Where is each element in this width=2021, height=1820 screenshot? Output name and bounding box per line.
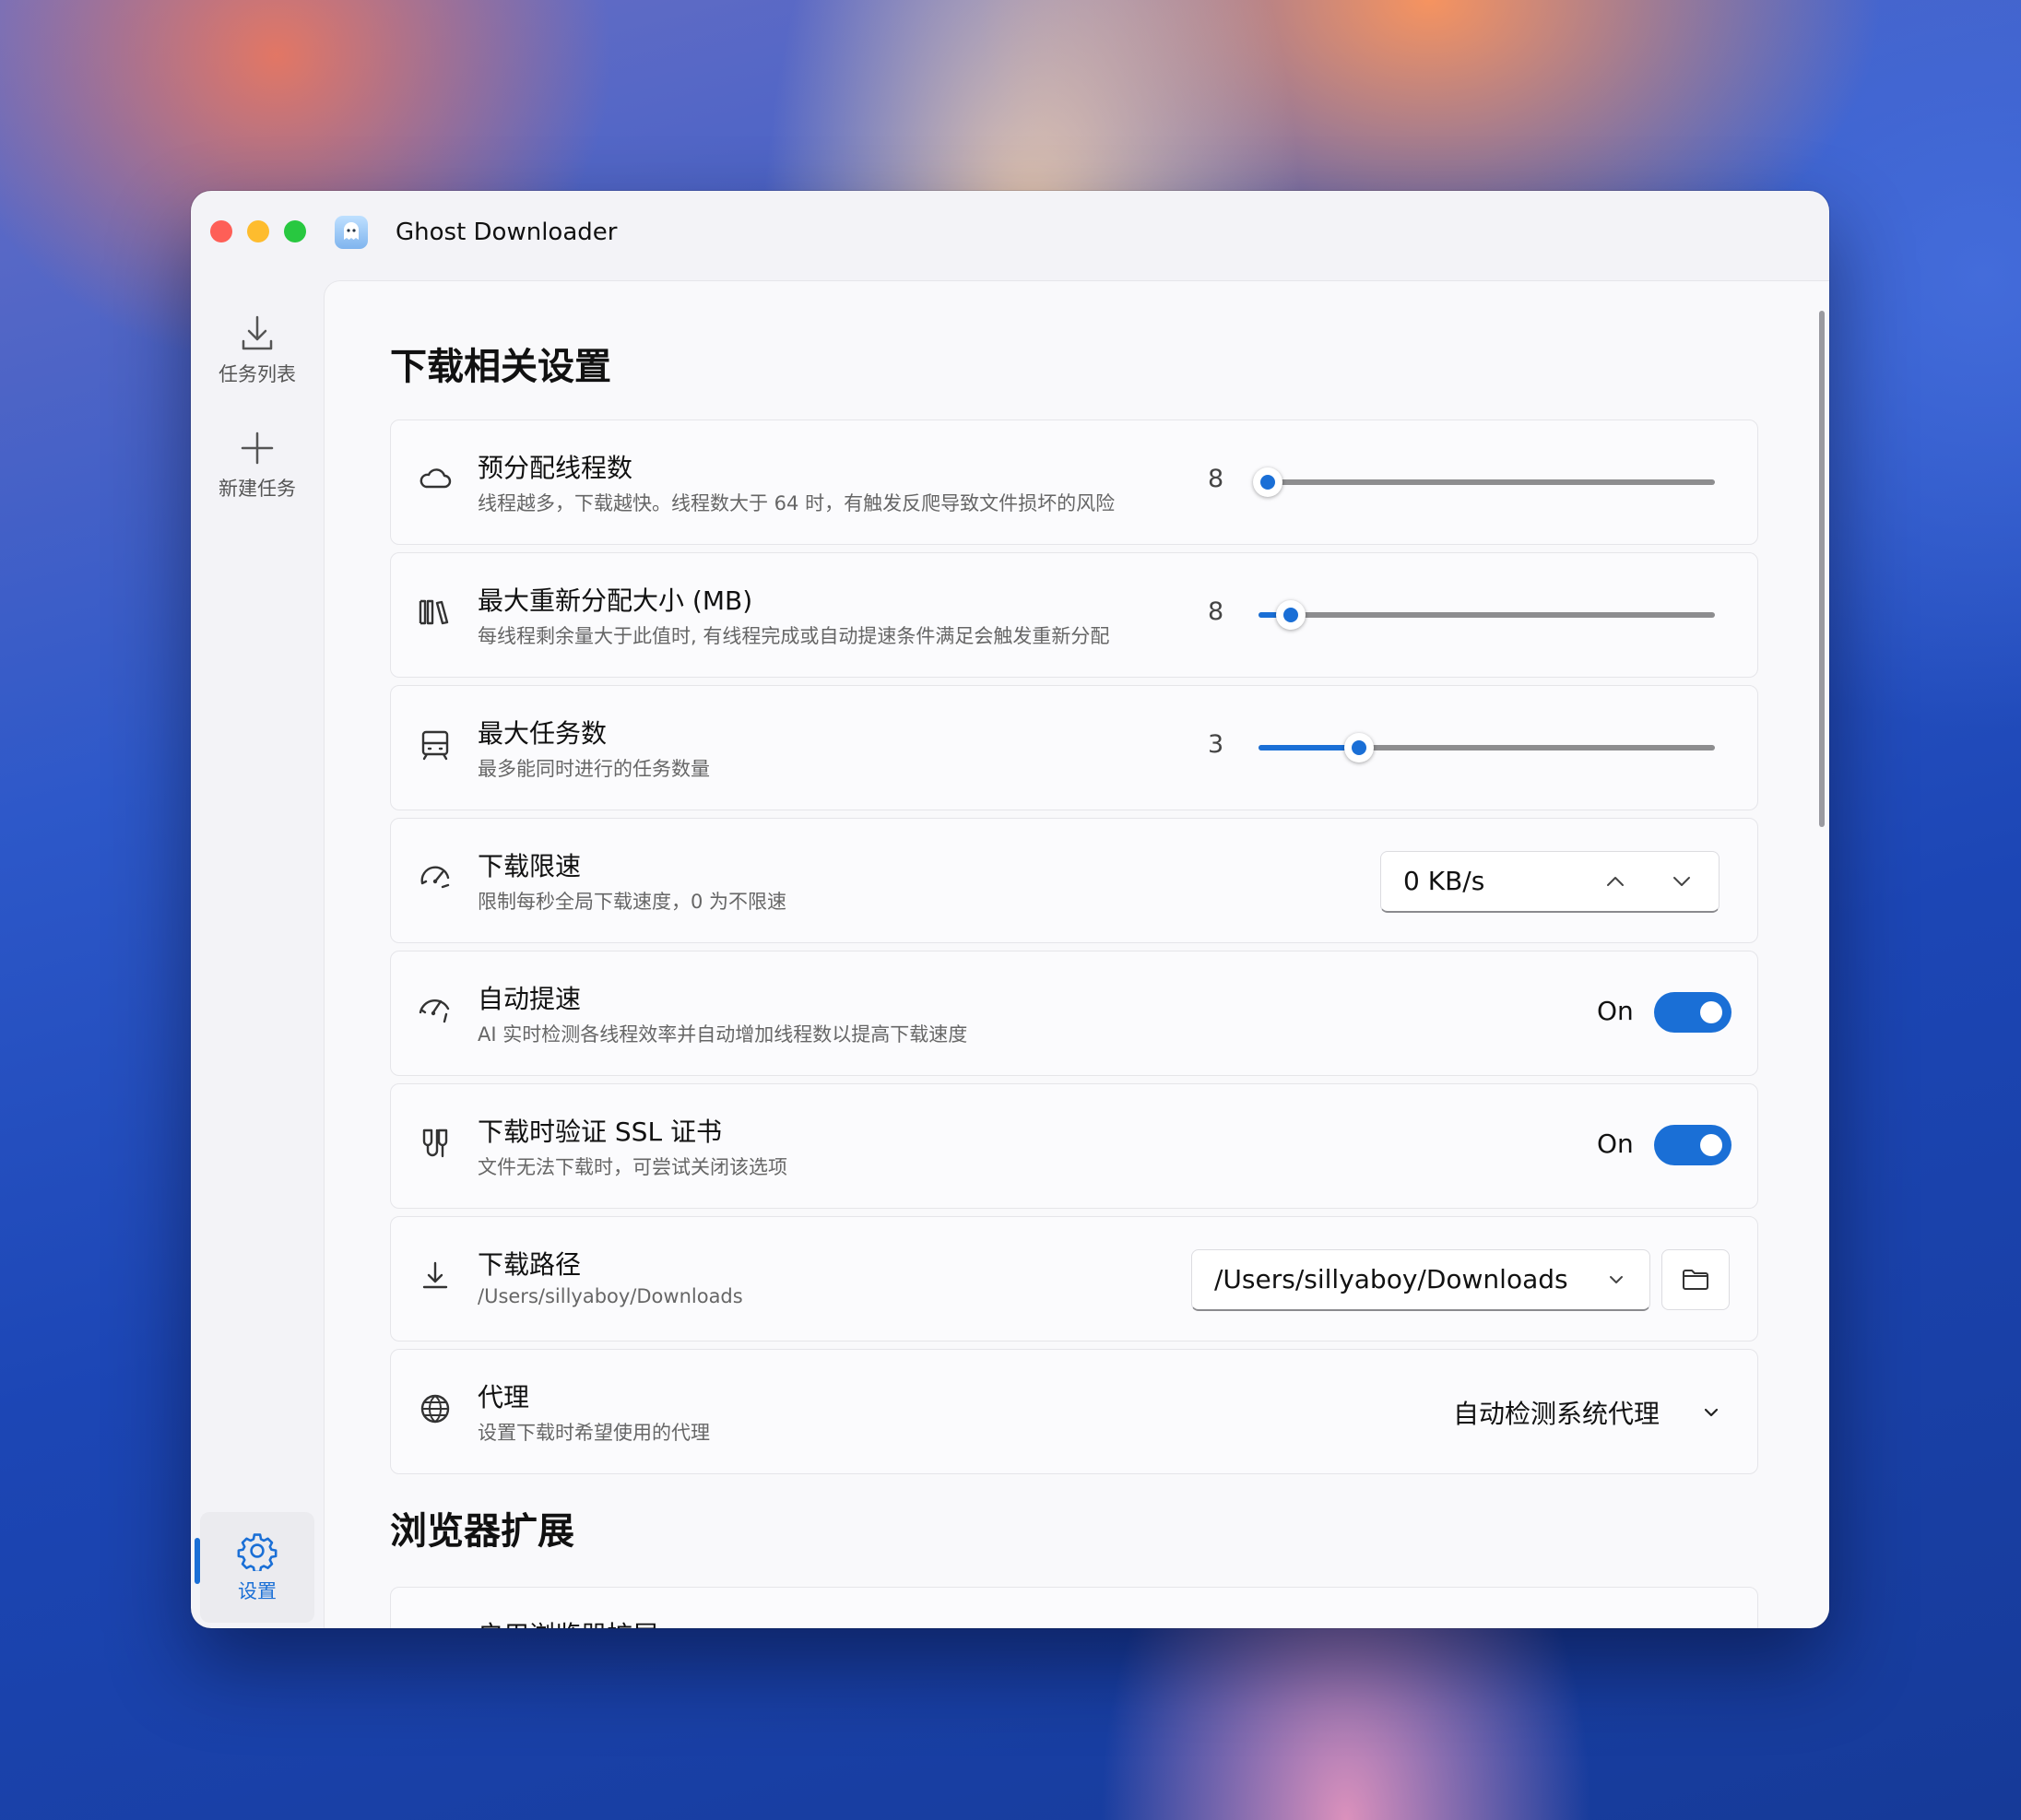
setting-card-threads: 预分配线程数 线程越多，下载越快。线程数大于 64 时，有触发反爬导致文件损坏的…	[390, 420, 1758, 545]
nav-settings[interactable]: 设置	[195, 1512, 314, 1623]
nav-new-task[interactable]: 新建任务	[200, 428, 314, 502]
app-window: Ghost Downloader 任务列表 新建任务 设置 下载相关设置 预分配…	[191, 191, 1829, 1628]
nav-task-list-label: 任务列表	[219, 363, 296, 385]
setting-description: /Users/sillyaboy/Downloads	[478, 1285, 743, 1307]
setting-label: 下载路径	[478, 1249, 582, 1280]
settings-content: 下载相关设置 预分配线程数 线程越多，下载越快。线程数大于 64 时，有触发反爬…	[324, 280, 1829, 1628]
speed-limit-spinbox[interactable]: 0 KB/s	[1380, 851, 1720, 913]
threads-slider[interactable]	[1252, 467, 1715, 497]
title-bar: Ghost Downloader	[191, 191, 1829, 280]
train-icon	[421, 730, 449, 761]
nav-settings-label: 设置	[238, 1580, 277, 1602]
download-icon	[242, 315, 273, 350]
scrollbar[interactable]	[1819, 311, 1825, 827]
download-path-combobox[interactable]: /Users/sillyaboy/Downloads	[1191, 1249, 1650, 1311]
download-icon	[422, 1261, 448, 1289]
setting-label: 最大任务数	[478, 718, 608, 749]
active-indicator	[195, 1538, 200, 1584]
speed-limit-value: 0 KB/s	[1403, 866, 1485, 896]
gauge-icon	[419, 999, 450, 1023]
chevron-down-icon	[1610, 1276, 1623, 1283]
setting-description: 最多能同时进行的任务数量	[478, 758, 710, 780]
setting-description: 每线程剩余量大于此值时, 有线程完成或自动提速条件满足会触发重新分配	[478, 625, 1110, 647]
ghost-app-icon	[335, 216, 368, 249]
setting-label: 预分配线程数	[478, 453, 633, 483]
section-title-download: 下载相关设置	[390, 346, 611, 388]
chevron-down-icon[interactable]	[1700, 1401, 1722, 1424]
slider-value: 8	[1208, 597, 1224, 626]
toggle-state-text: On	[1597, 1129, 1634, 1159]
zoom-button[interactable]	[284, 220, 306, 242]
slider-value: 3	[1208, 730, 1224, 759]
slider-thumb[interactable]	[1343, 733, 1374, 762]
toggle-state-text: On	[1597, 996, 1634, 1026]
folder-icon	[1683, 1270, 1708, 1290]
setting-card-max-tasks: 最大任务数 最多能同时进行的任务数量 3	[390, 685, 1758, 810]
setting-label: 最大重新分配大小 (MB)	[478, 585, 753, 616]
nav-task-list[interactable]: 任务列表	[200, 313, 314, 387]
chevron-up-icon[interactable]	[1602, 869, 1628, 894]
toggle-knob	[1700, 1134, 1722, 1156]
setting-description: 限制每秒全局下载速度，0 为不限速	[478, 891, 787, 913]
download-path-value: /Users/sillyaboy/Downloads	[1214, 1264, 1568, 1294]
setting-description: 设置下载时希望使用的代理	[478, 1422, 710, 1444]
slider-thumb[interactable]	[1252, 467, 1282, 497]
setting-card-speed-limit: 下载限速 限制每秒全局下载速度，0 为不限速 0 KB/s	[390, 818, 1758, 943]
realloc-slider[interactable]	[1259, 600, 1715, 630]
setting-label: 下载限速	[478, 851, 582, 881]
setting-card-download-path: 下载路径 /Users/sillyaboy/Downloads /Users/s…	[390, 1216, 1758, 1341]
ssl-toggle[interactable]	[1654, 1125, 1731, 1165]
speedometer-icon	[420, 866, 450, 889]
globe-icon	[420, 1394, 450, 1424]
toggle-knob	[1700, 1001, 1722, 1023]
certificate-icon	[422, 1129, 448, 1158]
setting-description: AI 实时检测各线程效率并自动增加线程数以提高下载速度	[478, 1023, 968, 1046]
close-button[interactable]	[210, 220, 232, 242]
section-title-browser: 浏览器扩展	[390, 1510, 574, 1553]
nav-new-task-label: 新建任务	[219, 478, 296, 500]
setting-label: 启用浏览器扩展	[478, 1615, 658, 1628]
setting-description: 文件无法下载时，可尝试关闭该选项	[478, 1156, 787, 1178]
minimize-button[interactable]	[247, 220, 269, 242]
books-icon	[419, 599, 449, 625]
slider-thumb[interactable]	[1275, 600, 1306, 630]
auto-boost-toggle[interactable]	[1654, 992, 1731, 1033]
slider-value: 8	[1208, 465, 1224, 493]
window-title: Ghost Downloader	[396, 219, 618, 246]
cloud-icon	[420, 468, 452, 489]
setting-label: 下载时验证 SSL 证书	[478, 1117, 722, 1147]
setting-label: 代理	[478, 1382, 530, 1412]
chevron-down-icon[interactable]	[1669, 869, 1695, 894]
setting-card-realloc: 最大重新分配大小 (MB) 每线程剩余量大于此值时, 有线程完成或自动提速条件满…	[390, 552, 1758, 678]
max-tasks-slider[interactable]	[1259, 733, 1715, 762]
plus-icon	[241, 431, 274, 465]
setting-card-browser-extension: 启用浏览器扩展	[390, 1587, 1758, 1628]
setting-label: 自动提速	[478, 984, 582, 1014]
setting-description: 线程越多，下载越快。线程数大于 64 时，有触发反爬导致文件损坏的风险	[478, 492, 1116, 514]
gear-icon	[237, 1533, 278, 1571]
sidebar: 任务列表 新建任务 设置	[191, 280, 323, 1628]
setting-card-proxy: 代理 设置下载时希望使用的代理 自动检测系统代理	[390, 1349, 1758, 1474]
setting-card-auto-boost: 自动提速 AI 实时检测各线程效率并自动增加线程数以提高下载速度 On	[390, 951, 1758, 1076]
proxy-dropdown[interactable]: 自动检测系统代理	[1453, 1394, 1660, 1431]
choose-folder-button[interactable]	[1661, 1249, 1730, 1310]
setting-card-ssl: 下载时验证 SSL 证书 文件无法下载时，可尝试关闭该选项 On	[390, 1083, 1758, 1209]
